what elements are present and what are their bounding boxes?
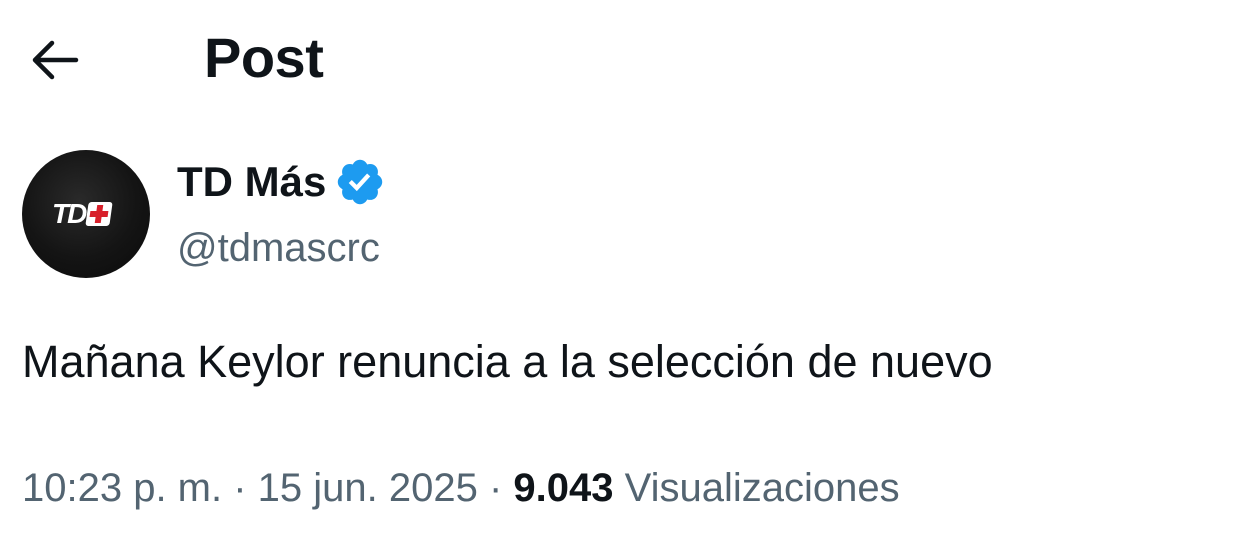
- avatar[interactable]: TD: [22, 150, 150, 278]
- td-mas-logo: TD: [52, 198, 114, 230]
- post-text: Mañana Keylor renuncia a la selección de…: [22, 336, 993, 387]
- views-count: 9.043: [513, 466, 614, 510]
- post-header: Post: [0, 0, 1260, 118]
- avatar-logo-text: TD: [52, 198, 87, 229]
- verified-badge-icon: [338, 159, 383, 205]
- display-name[interactable]: TD Más: [177, 158, 326, 206]
- meta-separator: ·: [222, 466, 258, 510]
- back-button[interactable]: [22, 30, 86, 90]
- views-label: Visualizaciones: [624, 466, 900, 510]
- arrow-left-icon: [32, 40, 79, 80]
- page-title: Post: [204, 26, 324, 89]
- display-name-row: TD Más: [177, 158, 386, 206]
- post-meta: 10:23 p. m. · 15 jun. 2025 · 9.043 Visua…: [22, 462, 900, 514]
- post-date[interactable]: 15 jun. 2025: [258, 466, 478, 510]
- post-time[interactable]: 10:23 p. m.: [22, 466, 222, 510]
- meta-separator: ·: [477, 466, 514, 510]
- plus-icon: [85, 202, 114, 226]
- post-author: TD TD Más @tdmascrc: [22, 150, 722, 280]
- user-handle[interactable]: @tdmascrc: [177, 224, 380, 272]
